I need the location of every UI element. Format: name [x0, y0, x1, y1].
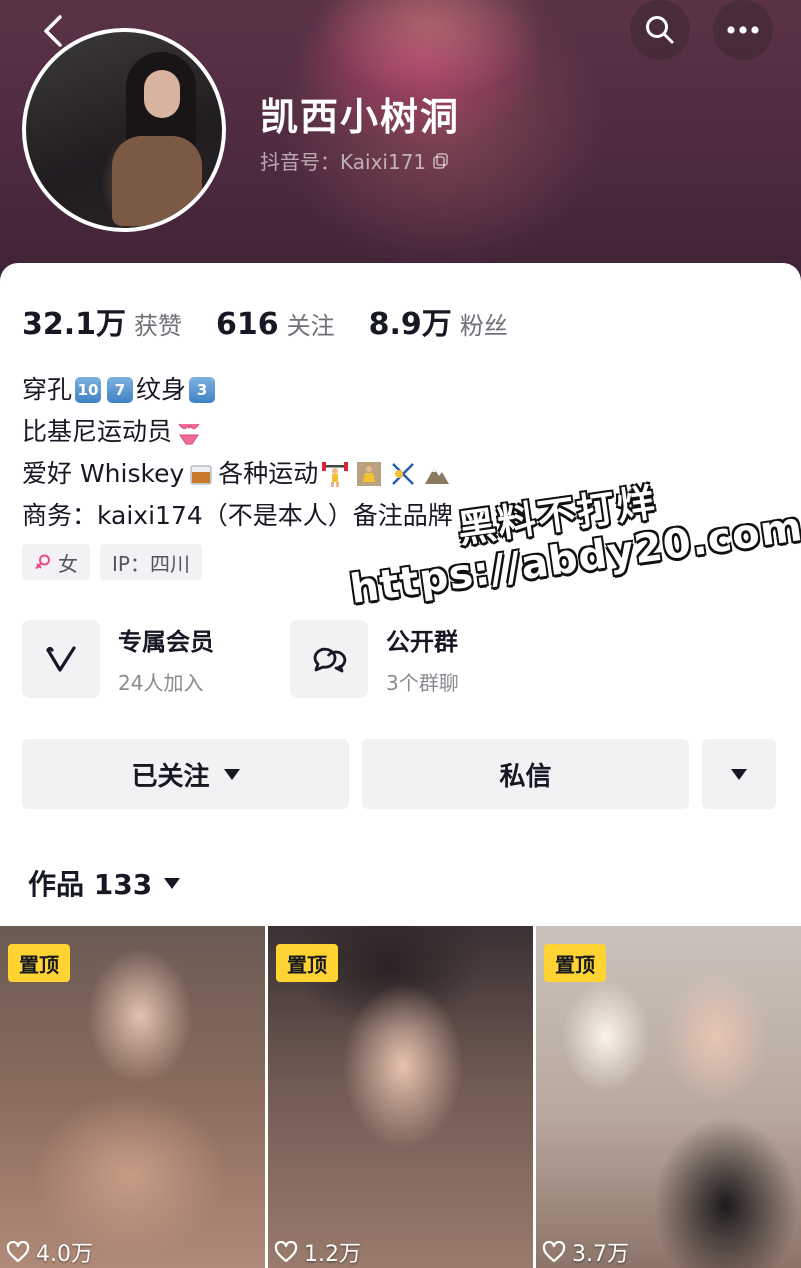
search-icon [646, 16, 674, 44]
rock-climber-icon [354, 459, 384, 489]
stat-value: 616 [216, 307, 279, 342]
gender-tag: 女 [22, 544, 90, 580]
douyin-id-text: 抖音号：Kaixi171 [260, 150, 427, 174]
group-chat-icon [290, 620, 368, 698]
video-thumbnail[interactable]: 置顶 3.7万 [536, 926, 801, 1268]
weightlifter-icon [320, 459, 350, 489]
exclusive-membership[interactable]: 专属会员 24人加入 [22, 620, 290, 698]
group-title: 公开群 [386, 628, 458, 656]
followed-button[interactable]: 已关注 [22, 739, 349, 809]
followed-label: 已关注 [131, 761, 210, 792]
caret-down-icon [223, 768, 240, 780]
stat-label: 粉丝 [459, 312, 508, 340]
video-likes: 4.0万 [6, 1236, 93, 1268]
stat-likes[interactable]: 32.1万 获赞 [22, 299, 182, 343]
stat-following[interactable]: 616 关注 [216, 306, 335, 342]
video-grid: 置顶 4.0万 置顶 1.2万 置顶 3.7万 [0, 926, 801, 1268]
chevron-left-icon [44, 15, 62, 47]
copy-icon[interactable] [432, 152, 450, 170]
bio-line-2: 比基尼运动员 [22, 411, 454, 453]
keycap-10-emoji: 10 [75, 377, 102, 403]
douyin-id[interactable]: 抖音号：Kaixi171 [260, 146, 450, 175]
stat-value: 32.1万 [22, 307, 127, 342]
caret-down-icon [164, 877, 181, 889]
action-row: 已关注 私信 [22, 739, 776, 809]
search-button[interactable] [630, 0, 690, 60]
group-count: 3个群聊 [386, 671, 459, 695]
bikini-icon [174, 417, 204, 447]
pinned-badge: 置顶 [276, 944, 338, 982]
stat-value: 8.9万 [368, 307, 452, 342]
skier-icon [388, 459, 418, 489]
membership-title: 专属会员 [118, 628, 214, 656]
bio-text: 穿孔 [22, 375, 73, 404]
keycap-7-emoji: 7 [107, 377, 134, 403]
works-tab[interactable]: 作品 133 [28, 863, 181, 903]
ip-location-tag: IP：四川 [100, 544, 202, 580]
heart-icon [542, 1241, 566, 1263]
more-button[interactable] [713, 0, 773, 60]
gender-text: 女 [58, 551, 78, 576]
stat-label: 获赞 [134, 312, 183, 340]
mountain-icon [422, 459, 452, 489]
likes-count: 3.7万 [572, 1242, 629, 1267]
pinned-badge: 置顶 [8, 944, 70, 982]
video-likes: 3.7万 [542, 1236, 629, 1268]
video-likes: 1.2万 [274, 1236, 361, 1268]
whiskey-glass-icon [186, 459, 216, 489]
bio-line-1: 穿孔 10 7 纹身 3 [22, 369, 454, 411]
pinned-badge: 置顶 [544, 944, 606, 982]
likes-count: 4.0万 [36, 1242, 93, 1267]
membership-count: 24人加入 [118, 671, 204, 695]
works-label: 作品 133 [28, 868, 153, 901]
likes-count: 1.2万 [304, 1242, 361, 1267]
avatar[interactable] [22, 28, 226, 232]
feature-row: 专属会员 24人加入 公开群 3个群聊 [22, 620, 558, 698]
video-thumbnail[interactable]: 置顶 4.0万 [0, 926, 265, 1268]
stat-followers[interactable]: 8.9万 粉丝 [369, 299, 508, 343]
avatar-face-shape [144, 70, 180, 118]
heart-icon [274, 1241, 298, 1263]
stats-row: 32.1万 获赞 616 关注 8.9万 粉丝 [22, 299, 542, 343]
bio-text: 比基尼运动员 [22, 417, 173, 446]
more-options-dropdown[interactable] [702, 739, 776, 809]
membership-v-icon [22, 620, 100, 698]
heart-icon [6, 1241, 30, 1263]
stat-label: 关注 [286, 312, 335, 340]
caret-down-icon [731, 768, 747, 780]
ip-location-text: IP：四川 [112, 551, 190, 576]
female-icon [35, 554, 50, 570]
profile-tags: 女 IP：四川 [22, 544, 202, 580]
bio-line-3: 爱好 Whiskey 各种运动 [22, 453, 454, 495]
bio-text: 各种运动 [218, 459, 319, 488]
profile-nickname: 凯西小树洞 [260, 95, 461, 139]
message-label: 私信 [499, 761, 552, 792]
public-group-chat[interactable]: 公开群 3个群聊 [290, 620, 558, 698]
more-dots-icon [727, 26, 759, 34]
bio-text: 纹身 [136, 375, 187, 404]
message-button[interactable]: 私信 [362, 739, 689, 809]
keycap-3-emoji: 3 [189, 377, 216, 403]
avatar-dress-shape [112, 136, 202, 226]
bio-text: 爱好 Whiskey [22, 459, 185, 488]
profile-card: 32.1万 获赞 616 关注 8.9万 粉丝 穿孔 10 7 纹身 3 比基尼… [0, 263, 801, 1268]
profile-banner: 凯西小树洞 抖音号：Kaixi171 [0, 0, 801, 290]
video-thumbnail[interactable]: 置顶 1.2万 [268, 926, 533, 1268]
